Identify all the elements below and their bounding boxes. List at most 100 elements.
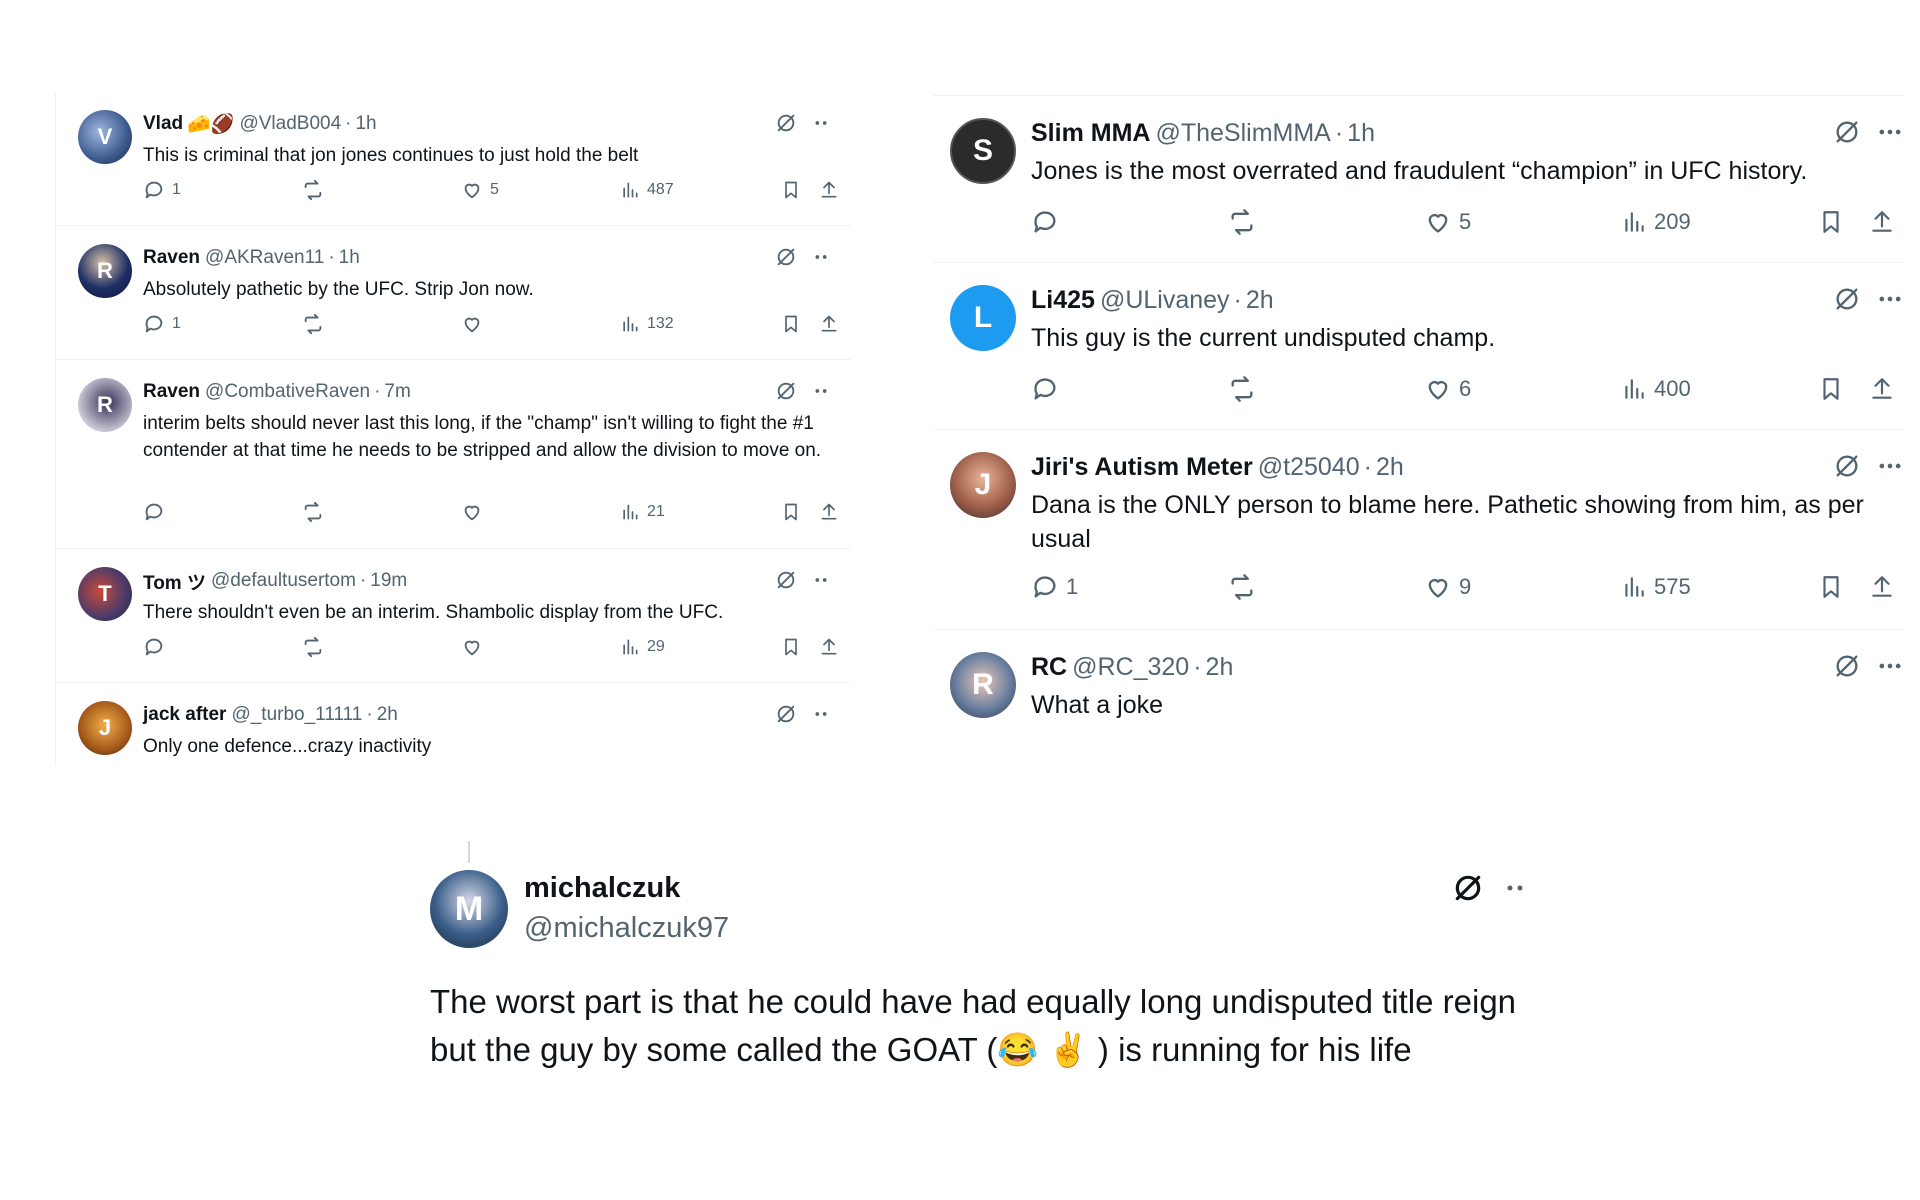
- more-icon[interactable]: [1875, 452, 1905, 480]
- bookmark-button[interactable]: [781, 501, 801, 523]
- user-handle[interactable]: @VladB004: [239, 113, 341, 135]
- repost-button[interactable]: [301, 313, 325, 335]
- tweet[interactable]: S Slim MMA @TheSlimMMA · 1h Jones is the…: [933, 96, 1905, 263]
- more-icon[interactable]: [809, 569, 833, 591]
- display-name[interactable]: Tom ツ: [143, 568, 206, 595]
- avatar[interactable]: R: [78, 244, 132, 298]
- repost-button[interactable]: [301, 179, 325, 201]
- user-handle[interactable]: @ULivaney: [1100, 286, 1230, 315]
- timestamp[interactable]: 2h: [1246, 286, 1274, 315]
- user-handle[interactable]: @RC_320: [1072, 653, 1189, 682]
- timestamp[interactable]: 2h: [1206, 653, 1234, 682]
- grok-icon[interactable]: [775, 703, 797, 725]
- user-handle[interactable]: @CombativeRaven: [205, 381, 370, 403]
- avatar[interactable]: S: [950, 118, 1016, 184]
- views-button[interactable]: 21: [620, 501, 665, 523]
- like-button[interactable]: [461, 636, 483, 658]
- views-button[interactable]: 575: [1621, 573, 1691, 601]
- display-name[interactable]: jack after: [143, 704, 226, 726]
- more-icon[interactable]: [1875, 285, 1905, 313]
- share-button[interactable]: [819, 501, 839, 523]
- share-button[interactable]: [1869, 208, 1895, 236]
- avatar[interactable]: V: [78, 110, 132, 164]
- repost-button[interactable]: [301, 636, 325, 658]
- avatar[interactable]: M: [430, 870, 508, 948]
- timestamp[interactable]: 1h: [355, 113, 376, 135]
- bookmark-button[interactable]: [1818, 208, 1844, 236]
- user-handle[interactable]: @t25040: [1258, 453, 1360, 482]
- bookmark-button[interactable]: [781, 313, 801, 335]
- timestamp[interactable]: 7m: [384, 381, 410, 403]
- timestamp[interactable]: 2h: [1376, 453, 1404, 482]
- tweet[interactable]: T Tom ツ @defaultusertom · 19m There shou…: [56, 549, 851, 683]
- reply-button[interactable]: [1031, 208, 1059, 236]
- avatar[interactable]: R: [78, 378, 132, 432]
- tweet[interactable]: J jack after @_turbo_11111 · 2h Only one…: [56, 683, 851, 765]
- tweet[interactable]: L Li425 @ULivaney · 2h This guy is the c…: [933, 263, 1905, 430]
- bookmark-button[interactable]: [1818, 573, 1844, 601]
- more-icon[interactable]: [1500, 872, 1530, 904]
- like-button[interactable]: 5: [1424, 208, 1471, 236]
- display-name[interactable]: Raven: [143, 247, 200, 269]
- like-button[interactable]: [461, 313, 483, 335]
- tweet[interactable]: R RC @RC_320 · 2h What a joke: [933, 630, 1905, 756]
- avatar[interactable]: L: [950, 285, 1016, 351]
- share-button[interactable]: [819, 313, 839, 335]
- avatar[interactable]: J: [78, 701, 132, 755]
- more-icon[interactable]: [1875, 118, 1905, 146]
- more-icon[interactable]: [1875, 652, 1905, 680]
- tweet[interactable]: R Raven @AKRaven11 · 1h Absolutely pathe…: [56, 226, 851, 360]
- grok-icon[interactable]: [1833, 652, 1861, 680]
- like-button[interactable]: 9: [1424, 573, 1471, 601]
- reply-button[interactable]: [143, 636, 165, 658]
- reply-button[interactable]: 1: [143, 313, 181, 335]
- display-name[interactable]: RC: [1031, 653, 1067, 682]
- more-icon[interactable]: [809, 703, 833, 725]
- more-icon[interactable]: [809, 112, 833, 134]
- share-button[interactable]: [819, 636, 839, 658]
- timestamp[interactable]: 19m: [370, 570, 407, 592]
- share-button[interactable]: [819, 179, 839, 201]
- reply-button[interactable]: [1031, 375, 1059, 403]
- display-name[interactable]: Li425: [1031, 286, 1095, 315]
- views-button[interactable]: 29: [620, 636, 665, 658]
- reply-button[interactable]: [143, 501, 165, 523]
- grok-icon[interactable]: [775, 380, 797, 402]
- repost-button[interactable]: [1227, 208, 1257, 236]
- views-button[interactable]: 209: [1621, 208, 1691, 236]
- avatar[interactable]: J: [950, 452, 1016, 518]
- grok-icon[interactable]: [1833, 118, 1861, 146]
- views-button[interactable]: 132: [620, 313, 674, 335]
- display-name[interactable]: Vlad: [143, 113, 183, 135]
- avatar[interactable]: T: [78, 567, 132, 621]
- bookmark-button[interactable]: [781, 636, 801, 658]
- like-button[interactable]: 6: [1424, 375, 1471, 403]
- repost-button[interactable]: [1227, 375, 1257, 403]
- avatar[interactable]: R: [950, 652, 1016, 718]
- bookmark-button[interactable]: [1818, 375, 1844, 403]
- tweet[interactable]: R Raven @CombativeRaven · 7m interim bel…: [56, 360, 851, 549]
- grok-icon[interactable]: [1833, 452, 1861, 480]
- repost-button[interactable]: [1227, 573, 1257, 601]
- tweet[interactable]: J Jiri's Autism Meter @t25040 · 2h Dana …: [933, 430, 1905, 630]
- repost-button[interactable]: [301, 501, 325, 523]
- display-name[interactable]: Raven: [143, 381, 200, 403]
- grok-icon[interactable]: [775, 246, 797, 268]
- grok-icon[interactable]: [775, 569, 797, 591]
- more-icon[interactable]: [809, 246, 833, 268]
- user-handle[interactable]: @TheSlimMMA: [1155, 119, 1330, 148]
- views-button[interactable]: 487: [620, 179, 674, 201]
- grok-icon[interactable]: [1452, 872, 1484, 904]
- user-handle[interactable]: @_turbo_11111: [231, 704, 362, 726]
- display-name[interactable]: Jiri's Autism Meter: [1031, 453, 1253, 482]
- views-button[interactable]: 400: [1621, 375, 1691, 403]
- user-handle[interactable]: @defaultusertom: [211, 570, 356, 592]
- timestamp[interactable]: 1h: [339, 247, 360, 269]
- grok-icon[interactable]: [775, 112, 797, 134]
- user-handle[interactable]: @michalczuk97: [524, 912, 729, 945]
- bookmark-button[interactable]: [781, 179, 801, 201]
- share-button[interactable]: [1869, 375, 1895, 403]
- tweet[interactable]: V Vlad 🧀🏈 @VladB004 · 1h This is crimina…: [56, 92, 851, 226]
- like-button[interactable]: 5: [461, 179, 499, 201]
- reply-button[interactable]: 1: [143, 179, 181, 201]
